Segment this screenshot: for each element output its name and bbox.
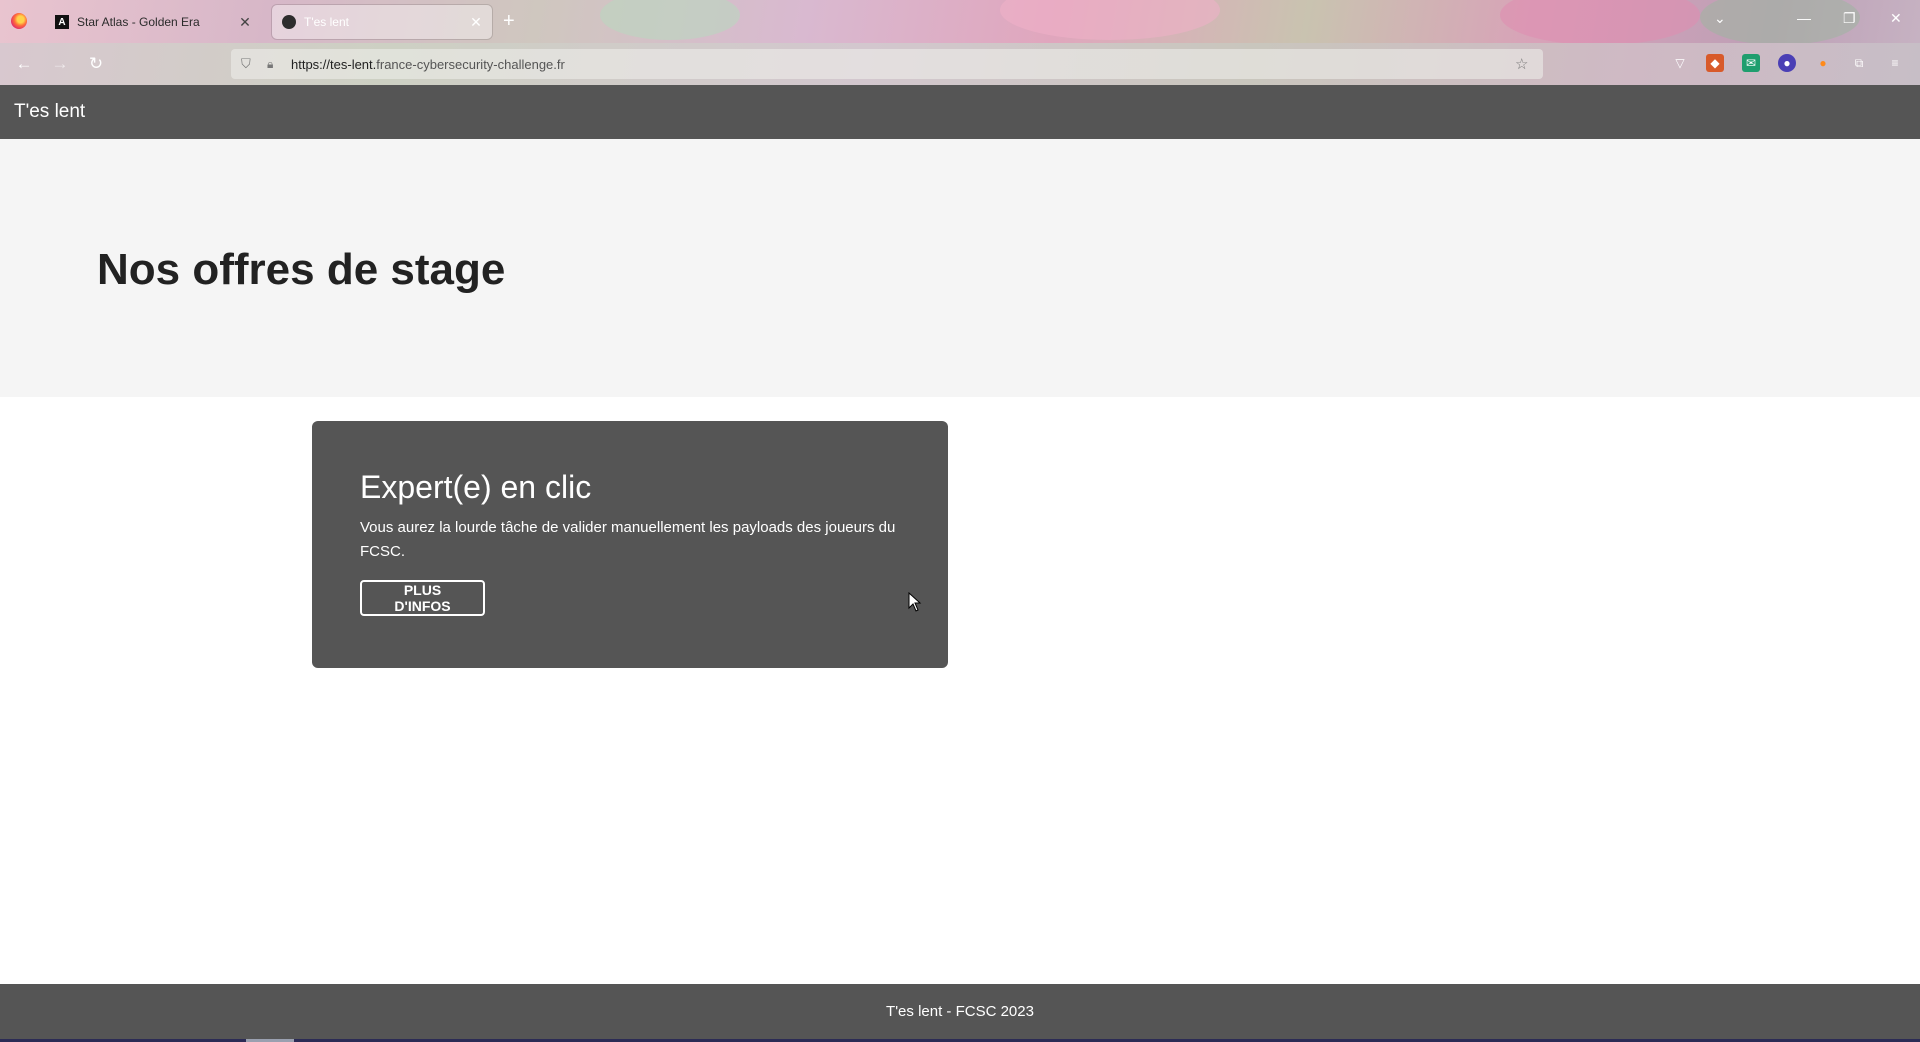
footer-text: T'es lent - FCSC 2023 (886, 1003, 1034, 1020)
url-prefix: https://tes-lent. (291, 56, 377, 72)
tab-tes-lent[interactable]: T'es lent ✕ (272, 5, 492, 39)
firefox-logo-icon[interactable] (11, 13, 27, 29)
browser-nav-bar: ← → ↻ ⛉ 🔒︎ https://tes-lent.france-cyber… (0, 43, 1920, 85)
url-host: france-cybersecurity-challenge.fr (376, 56, 565, 72)
tab-title: Star Atlas - Golden Era (77, 15, 200, 29)
extension-circle-icon[interactable]: ● (1778, 54, 1796, 72)
minimize-icon[interactable]: — (1797, 10, 1811, 26)
close-icon[interactable]: ✕ (235, 14, 255, 31)
back-arrow-icon[interactable]: ← (14, 54, 34, 74)
site-title[interactable]: T'es lent (14, 101, 85, 122)
reload-icon[interactable]: ↻ (86, 54, 106, 74)
star-atlas-favicon-icon: A (55, 15, 69, 29)
page-title: Nos offres de stage (97, 245, 506, 294)
new-tab-plus-icon[interactable]: + (503, 10, 515, 32)
more-info-button[interactable]: PLUS D'INFOS (360, 580, 485, 616)
pocket-icon[interactable]: ▽ (1671, 54, 1689, 72)
restore-icon[interactable]: ❐ (1843, 10, 1856, 27)
tes-lent-favicon-icon (282, 15, 296, 29)
chevron-down-icon[interactable]: ⌄ (1714, 10, 1726, 27)
hero-section: Nos offres de stage (0, 139, 1920, 397)
mail-extension-icon[interactable]: ✉ (1742, 54, 1760, 72)
address-bar[interactable]: ⛉ 🔒︎ https://tes-lent.france-cybersecuri… (231, 49, 1543, 79)
menu-hamburger-icon[interactable]: ≡ (1886, 54, 1904, 72)
offer-title: Expert(e) en clic (360, 469, 592, 505)
browser-tab-bar: A Star Atlas - Golden Era ✕ T'es lent ✕ … (0, 0, 1920, 43)
offer-description: Vous aurez la lourde tâche de valider ma… (360, 519, 896, 560)
url-text[interactable]: https://tes-lent.france-cybersecurity-ch… (291, 57, 1515, 72)
shield-icon[interactable]: ⛉ (241, 56, 255, 72)
fox-extension-icon[interactable]: ◆ (1706, 54, 1724, 72)
tab-star-atlas[interactable]: A Star Atlas - Golden Era ✕ (45, 5, 261, 39)
close-icon[interactable]: ✕ (466, 14, 486, 31)
internship-offer-card: Expert(e) en clic Vous aurez la lourde t… (312, 421, 948, 668)
extension-orange-icon[interactable]: ● (1814, 54, 1832, 72)
bookmark-star-icon[interactable]: ☆ (1515, 55, 1535, 73)
tab-title: T'es lent (304, 15, 349, 29)
mouse-cursor-icon (908, 592, 922, 612)
site-header: T'es lent (0, 85, 1920, 139)
site-footer: T'es lent - FCSC 2023 (0, 984, 1920, 1042)
lock-icon[interactable]: 🔒︎ (267, 57, 281, 72)
forward-arrow-icon[interactable]: → (50, 54, 70, 74)
window-close-icon[interactable]: ✕ (1890, 10, 1902, 27)
extensions-puzzle-icon[interactable]: ⧉ (1850, 54, 1868, 72)
